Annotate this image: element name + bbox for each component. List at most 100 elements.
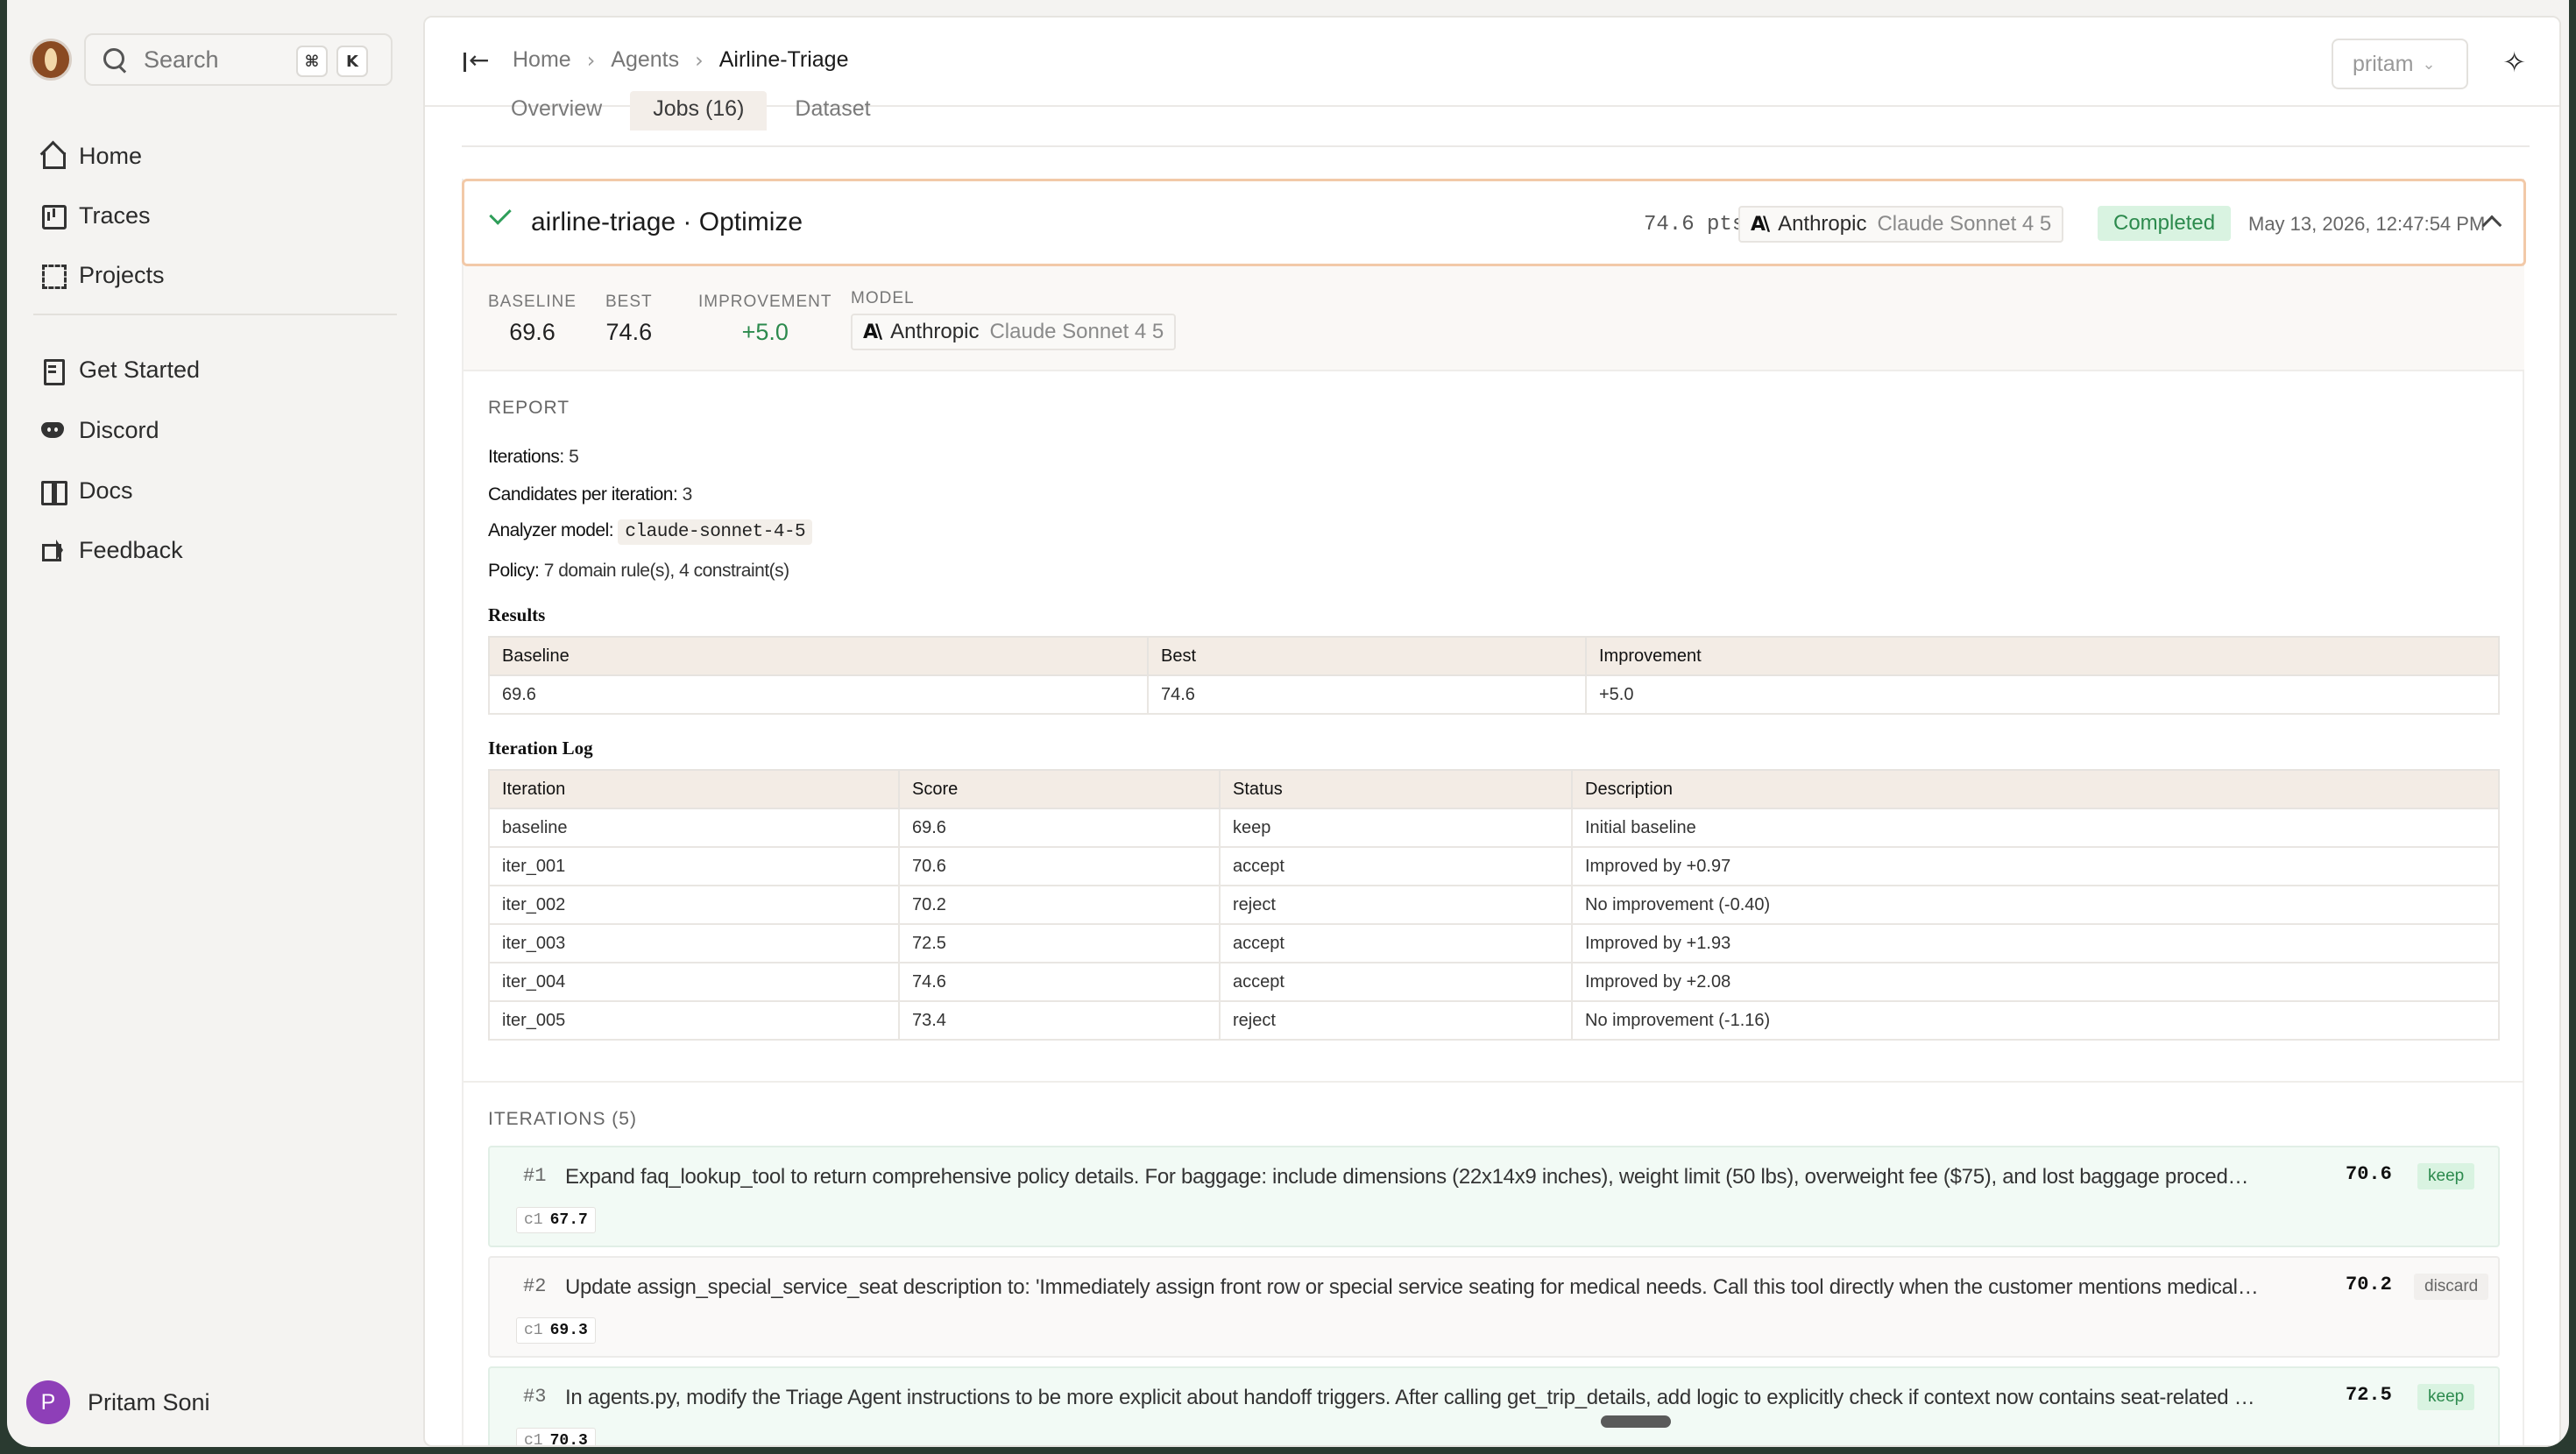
user-select[interactable]: pritam ⌄	[2332, 39, 2468, 89]
app-logo[interactable]	[30, 39, 72, 81]
report-value: 5	[569, 447, 579, 467]
table-cell: +5.0	[1585, 674, 2500, 715]
iteration-score: 70.2	[2346, 1274, 2392, 1295]
table-cell: iter_002	[488, 885, 900, 925]
report-heading: REPORT	[488, 398, 570, 418]
model-provider: Anthropic	[1778, 212, 1867, 236]
candidate-label: c1	[524, 1432, 543, 1447]
job-header[interactable]: airline-triage · Optimize 74.6 pts A\ An…	[462, 179, 2526, 266]
avatar: P	[26, 1380, 70, 1424]
sidebar-item-docs[interactable]: Docs	[40, 471, 133, 510]
candidate-chip[interactable]: c1 70.3	[516, 1428, 596, 1447]
metric-baseline: BASELINE 69.6	[488, 293, 577, 346]
sidebar-item-projects[interactable]: Projects	[40, 256, 165, 294]
anthropic-icon: A\	[863, 321, 882, 343]
column-header: Baseline	[488, 636, 1149, 676]
tab-overview[interactable]: Overview	[488, 91, 625, 131]
table-cell: reject	[1219, 885, 1573, 925]
metric-label: MODEL	[851, 289, 915, 307]
table-cell: iter_005	[488, 1000, 900, 1041]
anthropic-icon: A\	[1751, 213, 1770, 236]
scrollbar-handle[interactable]	[1601, 1415, 1671, 1428]
traces-icon	[40, 203, 67, 229]
section-divider	[464, 1081, 2524, 1083]
table-cell: 69.6	[488, 674, 1149, 715]
iteration-status-badge: discard	[2414, 1274, 2489, 1300]
job-points: 74.6 pts	[1644, 213, 1745, 236]
metric-value: +5.0	[741, 319, 789, 345]
report-policy: Policy: 7 domain rule(s), 4 constraint(s…	[488, 561, 789, 582]
breadcrumb: Home › Agents › Airline-Triage	[513, 47, 848, 73]
report-candidates: Candidates per iteration: 3	[488, 484, 692, 505]
iteration-card[interactable]: #3 In agents.py, modify the Triage Agent…	[488, 1366, 2500, 1447]
sparkle-icon[interactable]: ✧	[2502, 46, 2526, 79]
table-cell: 69.6	[898, 808, 1221, 848]
report-iterations: Iterations: 5	[488, 447, 579, 468]
iteration-score: 72.5	[2346, 1384, 2392, 1406]
sidebar-item-get-started[interactable]: Get Started	[40, 350, 200, 389]
tabs-divider	[462, 145, 2530, 147]
sidebar-divider	[33, 314, 397, 315]
table-cell: reject	[1219, 1000, 1573, 1041]
candidate-chip[interactable]: c1 69.3	[516, 1317, 596, 1344]
table-cell: iter_001	[488, 846, 900, 886]
docs-icon	[40, 478, 67, 505]
chevron-right-icon: ›	[586, 47, 596, 73]
iterations-heading: ITERATIONS (5)	[488, 1109, 637, 1129]
iteration-number: #1	[523, 1165, 547, 1187]
tab-dataset[interactable]: Dataset	[772, 91, 893, 131]
table-cell: 74.6	[898, 962, 1221, 1002]
iteration-description: Update assign_special_service_seat descr…	[565, 1275, 2260, 1299]
discord-icon	[40, 418, 65, 442]
sidebar-item-label: Traces	[79, 201, 151, 229]
metric-value: 74.6	[605, 319, 653, 345]
sidebar-item-feedback[interactable]: Feedback	[40, 531, 183, 569]
iteration-card[interactable]: #2 Update assign_special_service_seat de…	[488, 1256, 2500, 1358]
metric-label: IMPROVEMENT	[698, 293, 832, 311]
report-analyzer: Analyzer model: claude-sonnet-4-5	[488, 519, 813, 545]
table-header-row: Iteration Score Status Description	[488, 769, 2500, 809]
search-box[interactable]: Search ⌘ K	[84, 33, 393, 86]
results-title: Results	[488, 604, 546, 625]
sidebar-item-label: Get Started	[79, 356, 201, 383]
job-card: airline-triage · Optimize 74.6 pts A\ An…	[462, 179, 2526, 1447]
user-profile[interactable]: P Pritam Soni	[26, 1380, 210, 1424]
table-row: 69.6 74.6 +5.0	[488, 674, 2500, 715]
metric-value: 69.6	[509, 319, 556, 345]
column-header: Iteration	[488, 769, 900, 809]
table-cell: Improved by +0.97	[1571, 846, 2500, 886]
report-label: Analyzer model:	[488, 520, 614, 540]
candidate-label: c1	[524, 1211, 543, 1229]
candidate-chip[interactable]: c1 67.7	[516, 1207, 596, 1233]
iteration-card[interactable]: #1 Expand faq_lookup_tool to return comp…	[488, 1146, 2500, 1247]
table-cell: Improved by +1.93	[1571, 923, 2500, 963]
table-cell: Improved by +2.08	[1571, 962, 2500, 1002]
sidebar-item-home[interactable]: Home	[40, 137, 142, 175]
column-header: Score	[898, 769, 1221, 809]
sidebar-item-label: Docs	[79, 476, 133, 504]
table-cell: 70.2	[898, 885, 1221, 925]
tab-bar: Overview Jobs (16) Dataset	[488, 91, 899, 131]
sidebar-item-discord[interactable]: Discord	[40, 411, 159, 449]
sidebar-item-traces[interactable]: Traces	[40, 196, 151, 235]
sidebar-item-label: Discord	[79, 416, 159, 443]
table-row: iter_003 72.5 accept Improved by +1.93	[488, 923, 2500, 963]
breadcrumb-home[interactable]: Home	[513, 47, 571, 73]
job-date: May 13, 2026, 12:47:54 PM	[2248, 213, 2486, 235]
model-badge: A\ Anthropic Claude Sonnet 4 5	[1738, 206, 2064, 243]
breadcrumb-agents[interactable]: Agents	[611, 47, 679, 73]
tab-jobs[interactable]: Jobs (16)	[630, 91, 768, 131]
check-icon	[489, 202, 512, 225]
model-name: Claude Sonnet 4 5	[989, 320, 1164, 343]
iteration-log-table: Iteration Score Status Description basel…	[488, 769, 2500, 1041]
search-input[interactable]: Search	[144, 46, 219, 74]
table-row: iter_004 74.6 accept Improved by +2.08	[488, 962, 2500, 1002]
collapse-sidebar-icon[interactable]	[462, 46, 489, 75]
model-name: Claude Sonnet 4 5	[1877, 212, 2052, 236]
iteration-description: In agents.py, modify the Triage Agent in…	[565, 1386, 2260, 1409]
metrics-bar: BASELINE 69.6 BEST 74.6 IMPROVEMENT +5.0…	[464, 266, 2524, 371]
table-cell: 70.6	[898, 846, 1221, 886]
table-row: iter_002 70.2 reject No improvement (-0.40)	[488, 885, 2500, 925]
sidebar-item-label: Home	[79, 142, 143, 169]
table-row: iter_005 73.4 reject No improvement (-1.16)	[488, 1000, 2500, 1041]
